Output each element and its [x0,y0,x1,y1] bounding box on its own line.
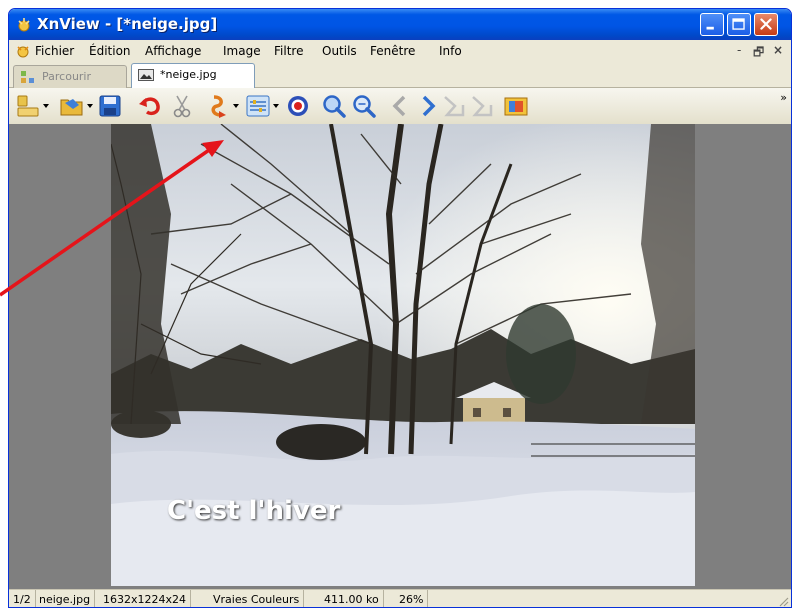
adjust-icon [246,95,270,117]
last-button[interactable] [469,93,495,119]
zoom-in-button[interactable] [321,93,347,119]
next-icon [422,95,436,117]
tab-parcourir[interactable]: Parcourir [13,65,127,88]
last-icon [472,96,493,117]
color-button[interactable] [285,93,311,119]
image-caption: C'est l'hiver [167,496,341,526]
xnview-icon [18,18,30,32]
zoom-out-button[interactable] [351,93,377,119]
window-title: XnView - [*neige.jpg] [37,15,218,33]
menu-image[interactable]: Image [223,44,261,58]
photo-neige: C'est l'hiver [111,124,695,586]
doc-minimize-button[interactable]: - [737,43,741,57]
browser-icon [21,71,34,83]
rotate-button[interactable] [205,93,231,119]
image-thumb-icon [138,69,154,81]
menu-bar: Fichier Édition Affichage Image Filtre O… [9,40,791,62]
next-button[interactable] [415,93,441,119]
slideshow-button[interactable] [503,93,529,119]
first-icon [444,96,465,117]
maximize-button[interactable] [727,13,751,36]
undo-icon [139,97,160,116]
doc-close-button[interactable]: × [773,43,783,57]
chevron-down-icon[interactable] [273,104,279,108]
rotate-icon [211,95,226,118]
save-button[interactable] [97,93,123,119]
color-icon [288,96,308,116]
previous-icon [392,95,406,117]
undo-button[interactable] [137,93,163,119]
image-viewer[interactable]: C'est l'hiver [9,124,791,589]
chevron-down-icon[interactable] [87,104,93,108]
zoom-out-icon [353,95,376,118]
menu-info[interactable]: Info [439,44,462,58]
tab-neige[interactable]: *neige.jpg [131,63,255,89]
minimize-icon [706,26,714,30]
menu-fichier[interactable]: Fichier [35,44,74,58]
status-filename: neige.jpg [35,590,96,607]
browse-folders-icon [17,95,39,117]
close-button[interactable] [754,13,778,36]
toolbar-overflow-button[interactable]: » [780,91,787,104]
chevron-down-icon[interactable] [233,104,239,108]
first-button[interactable] [441,93,467,119]
document-menu-icon[interactable] [15,43,31,59]
minimize-button[interactable] [700,13,724,36]
tab-parcourir-label: Parcourir [42,70,92,83]
adjust-button[interactable] [245,93,271,119]
status-bar: 1/2 neige.jpg 1632x1224x24 Vraies Couleu… [9,589,791,607]
toolbar: » [9,88,791,124]
chevron-down-icon[interactable] [43,104,49,108]
menu-edition[interactable]: Édition [89,44,131,58]
open-icon [60,99,83,116]
doc-restore-button[interactable]: 🗗 [753,43,764,64]
open-button[interactable] [59,93,85,119]
cut-icon [173,95,191,118]
status-color-mode: Vraies Couleurs [209,590,305,607]
menu-fenetre[interactable]: Fenêtre [370,44,415,58]
tab-bar: Parcourir *neige.jpg [9,62,791,89]
save-icon [99,95,121,117]
tab-neige-label: *neige.jpg [160,68,217,81]
menu-outils[interactable]: Outils [322,44,357,58]
menu-filtre[interactable]: Filtre [274,44,303,58]
zoom-in-icon [323,95,346,118]
browse-folders-button[interactable] [15,93,41,119]
slideshow-icon [504,97,528,116]
xnview-window: XnView - [*neige.jpg] Fichier Édition Af… [8,8,792,608]
menu-affichage[interactable]: Affichage [145,44,201,58]
close-icon [760,18,772,30]
resize-grip-icon[interactable] [777,595,789,607]
status-zoom: 26% [395,590,429,607]
cut-button[interactable] [169,93,195,119]
status-file-size: 411.00 ko [320,590,384,607]
status-position: 1/2 [9,590,36,607]
maximize-icon [732,18,745,30]
status-dimensions: 1632x1224x24 [99,590,192,607]
title-bar[interactable]: XnView - [*neige.jpg] [9,9,791,40]
previous-button[interactable] [387,93,413,119]
